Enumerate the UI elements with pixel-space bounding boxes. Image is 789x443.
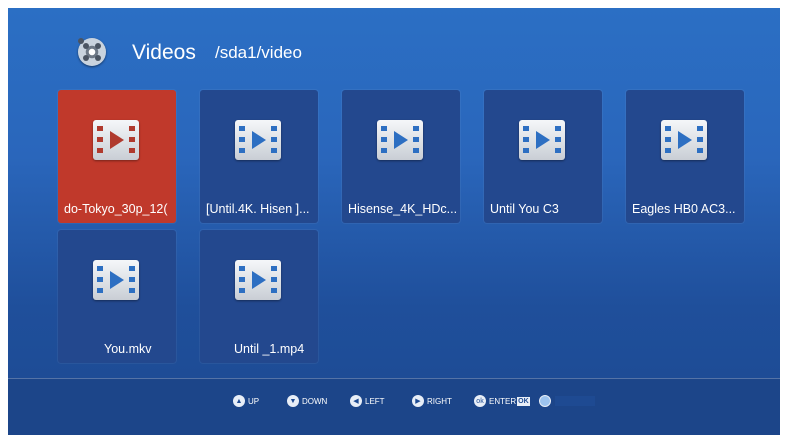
hint-right-label: RIGHT	[427, 396, 452, 406]
ok-button-icon: ok	[474, 395, 486, 407]
video-file-icon	[235, 260, 281, 300]
video-tile[interactable]: You.mkv	[58, 230, 176, 363]
video-tile-label: You.mkv	[104, 342, 152, 356]
video-tile-label: Hisense_4K_HDc...	[348, 202, 456, 216]
video-tile-label: Eagles HB0 AC3...	[632, 202, 736, 216]
video-tile[interactable]: Hisense_4K_HDc...	[342, 90, 460, 223]
video-tile-label: do-Tokyo_30p_12(	[64, 202, 168, 216]
video-tile[interactable]: Eagles HB0 AC3...	[626, 90, 744, 223]
video-tile-label: [Until.4K. Hisen ]...	[206, 202, 310, 216]
hint-enter: ok ENTER OK	[474, 394, 530, 408]
video-file-icon	[519, 120, 565, 160]
video-tile-label: Until You C3	[490, 202, 559, 216]
left-arrow-icon: ◀	[350, 395, 362, 407]
up-arrow-icon: ▲	[233, 395, 245, 407]
video-file-icon	[93, 260, 139, 300]
video-file-icon	[377, 120, 423, 160]
footer-blank	[555, 396, 595, 406]
hint-left-label: LEFT	[365, 396, 385, 406]
screen: Videos /sda1/video do-Tokyo_30p_12( [Unt…	[8, 8, 780, 435]
video-tile[interactable]: do-Tokyo_30p_12(	[58, 90, 176, 223]
app-title: Videos	[132, 41, 196, 64]
right-arrow-icon: ▶	[412, 395, 424, 407]
hint-enter-label: ENTER	[489, 396, 517, 406]
hint-up: ▲ UP	[233, 394, 259, 408]
path-label: /sda1/video	[215, 43, 302, 62]
video-tile[interactable]: [Until.4K. Hisen ]...	[200, 90, 318, 223]
ok-badge: OK	[517, 396, 530, 406]
hint-down-label: DOWN	[302, 396, 328, 406]
video-file-icon	[93, 120, 139, 160]
hint-left: ◀ LEFT	[350, 394, 385, 408]
hint-down: ▼ DOWN	[287, 394, 327, 408]
down-arrow-icon: ▼	[287, 395, 299, 407]
video-file-icon	[235, 120, 281, 160]
video-tile[interactable]: Until _1.mp4	[200, 230, 318, 363]
footer-hints: ▲ UP ▼ DOWN ◀ LEFT ▶ RIGHT ok ENTER OK	[8, 378, 780, 435]
globe-icon	[539, 395, 551, 407]
header: Videos /sda1/video	[8, 8, 780, 88]
video-file-icon	[661, 120, 707, 160]
film-reel-icon	[78, 38, 106, 66]
video-tile-label: Until _1.mp4	[234, 342, 305, 356]
hint-right: ▶ RIGHT	[412, 394, 452, 408]
video-tile[interactable]: Until You C3	[484, 90, 602, 223]
hint-up-label: UP	[248, 396, 260, 406]
